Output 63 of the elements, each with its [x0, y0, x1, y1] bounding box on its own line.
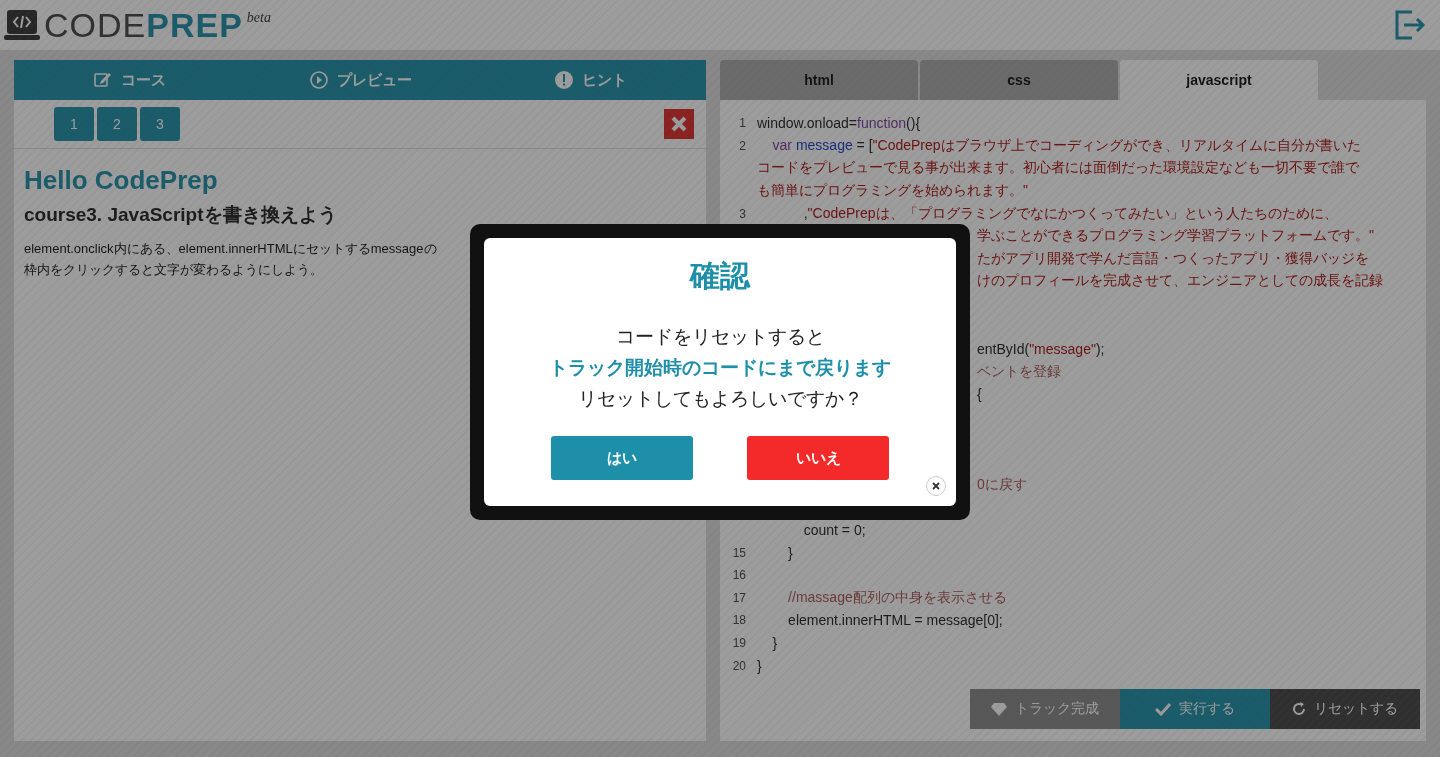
delete-button[interactable]	[664, 109, 694, 139]
dialog-message: リセットしてもよろしいですか？	[577, 388, 863, 409]
logout-icon[interactable]	[1394, 10, 1426, 40]
reset-icon	[1292, 702, 1306, 716]
editor-tab[interactable]: html	[720, 60, 918, 100]
code-line: 0に戻す	[977, 475, 1027, 494]
close-button[interactable]	[926, 476, 946, 496]
code-line: element.innerHTML = message[0];	[787, 612, 1003, 629]
course-description: 枠内をクリックすると文字が変わるようにしよう。	[24, 261, 324, 279]
code-line: count = 0;	[802, 522, 866, 538]
panel-tab[interactable]: コース	[14, 60, 245, 100]
line-number: 19	[732, 635, 746, 650]
line-number: 16	[732, 568, 746, 583]
line-number: 20	[732, 658, 746, 673]
code-line: window.onload=function(){	[757, 115, 921, 132]
code-line: }	[787, 544, 793, 561]
logo-wordmark[interactable]: CODEPREP	[44, 5, 243, 45]
code-line: }	[771, 634, 778, 651]
course-description: element.onclick内にある、element.innerHTMLにセットするmessageの	[24, 240, 438, 258]
code-line: ,"CodePrepは、「プログラミングでなにかつくってみたい」という人たちのために、	[802, 204, 1338, 223]
line-number: 18	[732, 613, 746, 628]
code-line: }	[757, 657, 762, 674]
laptop-code-icon	[4, 8, 40, 42]
action-button[interactable]: 実行する	[1120, 689, 1270, 729]
line-number: 3	[739, 206, 746, 221]
page-button[interactable]: 3	[140, 107, 180, 141]
checkmark-icon	[1155, 702, 1171, 716]
code-line: var message = ["CodePrepはブラウザ上でコーディングができ、リアルタイムに自分が書いた	[771, 136, 1361, 155]
close-icon	[671, 116, 687, 132]
code-line: ベントを登録	[977, 362, 1061, 381]
page-button[interactable]: 2	[97, 107, 137, 141]
dialog-title: 確認	[688, 258, 752, 294]
action-button[interactable]: リセットする	[1270, 689, 1420, 729]
course-subtitle: course3. JavaScriptを書き換えよう	[24, 203, 338, 227]
editor-tab[interactable]: css	[920, 60, 1118, 100]
code-line: けのプロフィールを完成させて、エンジニアとしての成長を記録	[977, 272, 1383, 291]
play-circle-icon	[308, 70, 329, 90]
no-button[interactable]: いいえ	[747, 436, 889, 480]
panel-tab[interactable]: プレビュー	[244, 60, 476, 100]
line-number: 2	[739, 138, 746, 153]
code-line: たがアプリ開発で学んだ言語・つくったアプリ・獲得バッジを	[977, 249, 1369, 268]
dialog-message: コードをリセットすると	[615, 326, 825, 347]
page-button[interactable]: 1	[54, 107, 94, 141]
close-icon	[932, 482, 940, 490]
beta-label: beta	[246, 9, 271, 26]
line-number: 17	[732, 590, 746, 605]
code-line: 学ぶことができるプログラミング学習プラットフォームです。"	[977, 227, 1374, 246]
code-line: //massage配列の中身を表示させる	[787, 588, 1007, 607]
diamond-icon	[991, 702, 1007, 716]
code-line: {	[977, 386, 982, 403]
exclamation-icon	[554, 70, 575, 90]
dialog-message: トラック開始時のコードにまで戻ります	[549, 357, 891, 378]
edit-icon	[92, 70, 113, 90]
line-number: 1	[739, 116, 746, 131]
line-number: 15	[732, 545, 746, 560]
action-button[interactable]: トラック完成	[970, 689, 1120, 729]
yes-button[interactable]: はい	[551, 436, 693, 480]
code-line: も簡単にプログラミングを始められます。"	[757, 182, 1028, 201]
editor-tab[interactable]: javascript	[1120, 60, 1318, 100]
course-title: Hello CodePrep	[24, 165, 219, 196]
panel-tab[interactable]: ヒント	[475, 60, 706, 100]
code-line: コードをプレビューで見る事が出来ます。初心者には面倒だった環境設定なども一切不要で誰で	[757, 159, 1359, 178]
code-line: entById("message");	[977, 341, 1105, 358]
